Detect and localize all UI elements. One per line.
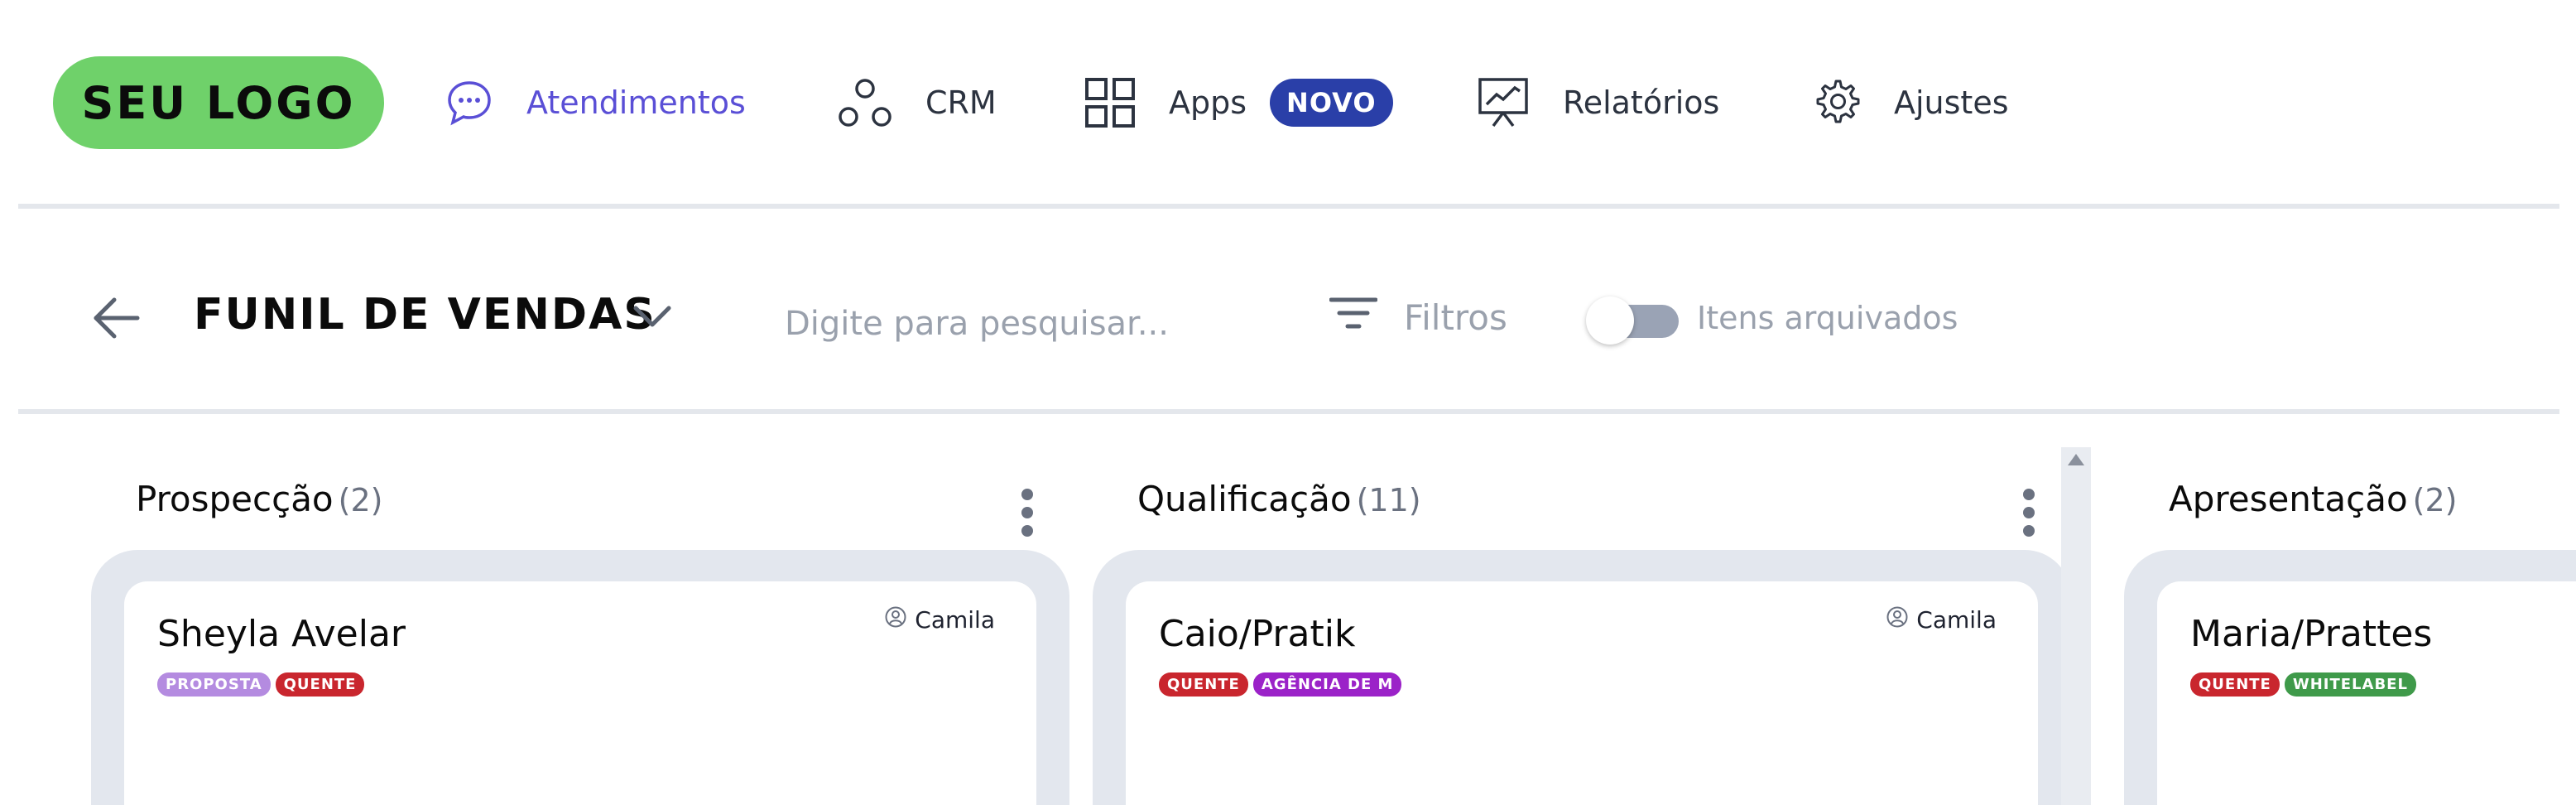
kanban-board: Prospecção (2) Sheyla Avelar Camila PROPO… — [0, 414, 2576, 805]
kanban-column: Qualificação (11) Caio/Pratik Camila QUEN… — [1093, 414, 2071, 805]
column-title: Prospecção — [136, 479, 334, 519]
card-owner: Camila — [885, 606, 995, 634]
deal-card[interactable]: Caio/Pratik Camila QUENTE AGÊNCIA DE M — [1126, 581, 2038, 805]
column-lane: Caio/Pratik Camila QUENTE AGÊNCIA DE M — [1093, 550, 2071, 805]
user-icon — [885, 606, 915, 634]
nav-item-relatorios[interactable]: Relatórios — [1477, 70, 1719, 136]
column-lane: Sheyla Avelar Camila PROPOSTA QUENTE — [91, 550, 1069, 805]
kanban-column: Apresentação (2) Maria/Prattes QUENTE WHI… — [2124, 414, 2576, 805]
column-title: Apresentação — [2169, 479, 2408, 519]
card-name: Caio/Pratik — [1159, 613, 1356, 655]
card-name: Maria/Prattes — [2190, 613, 2433, 655]
logo[interactable]: SEU LOGO — [53, 56, 384, 149]
column-menu-icon[interactable] — [2023, 489, 2035, 543]
funnel-title[interactable]: FUNIL DE VENDAS — [194, 290, 656, 340]
funnel-toolbar: FUNIL DE VENDAS Filtros Itens arquivados — [0, 209, 2576, 409]
nav-item-ajustes[interactable]: Ajustes — [1811, 70, 2009, 136]
filter-icon — [1329, 295, 1378, 340]
column-header: Prospecção (2) — [136, 479, 382, 519]
tag-badge: PROPOSTA — [157, 672, 271, 697]
kanban-column: Prospecção (2) Sheyla Avelar Camila PROPO… — [91, 414, 1069, 805]
nav-label-apps: Apps — [1169, 84, 1247, 121]
card-tags: PROPOSTA QUENTE — [157, 672, 365, 697]
back-arrow-icon[interactable] — [91, 296, 141, 343]
tag-badge: QUENTE — [275, 672, 365, 697]
gear-icon — [1811, 78, 1861, 128]
column-lane: Maria/Prattes QUENTE WHITELABEL — [2124, 550, 2576, 805]
tag-badge: QUENTE — [1159, 672, 1248, 697]
column-header: Apresentação (2) — [2169, 479, 2457, 519]
tag-badge: WHITELABEL — [2284, 672, 2416, 697]
scroll-up-icon[interactable] — [2068, 454, 2084, 465]
chevron-down-icon[interactable] — [632, 303, 672, 333]
column-count: (2) — [2412, 482, 2458, 518]
presentation-chart-icon — [1477, 76, 1530, 129]
nav-label-crm: CRM — [925, 84, 997, 121]
user-icon — [1886, 606, 1916, 634]
column-header: Qualificação (11) — [1137, 479, 1421, 519]
nav-item-apps[interactable]: Apps NOVO — [1084, 70, 1393, 136]
filter-label: Filtros — [1404, 296, 1507, 338]
nav-label-atendimentos: Atendimentos — [526, 84, 746, 121]
nav-item-atendimentos[interactable]: Atendimentos — [445, 70, 746, 136]
owner-name: Camila — [1916, 606, 1997, 634]
nav-item-crm[interactable]: CRM — [838, 70, 997, 136]
column-count: (11) — [1356, 482, 1421, 518]
tag-badge: QUENTE — [2190, 672, 2280, 697]
card-owner: Camila — [1886, 606, 1997, 634]
apps-grid-icon — [1084, 77, 1136, 128]
nav-label-ajustes: Ajustes — [1894, 84, 2009, 121]
card-name: Sheyla Avelar — [157, 613, 406, 655]
top-navigation: SEU LOGO Atendimentos CRM Apps NOVO Rela… — [0, 0, 2576, 204]
archived-toggle[interactable] — [1586, 296, 1679, 345]
tag-badge: AGÊNCIA DE M — [1252, 672, 1402, 697]
new-badge: NOVO — [1270, 79, 1393, 127]
toggle-knob — [1586, 296, 1634, 345]
deal-card[interactable]: Sheyla Avelar Camila PROPOSTA QUENTE — [124, 581, 1036, 805]
filter-button[interactable]: Filtros — [1329, 295, 1507, 340]
card-tags: QUENTE WHITELABEL — [2190, 672, 2416, 697]
card-tags: QUENTE AGÊNCIA DE M — [1159, 672, 1402, 697]
nav-label-relatorios: Relatórios — [1563, 84, 1720, 121]
search-input[interactable] — [783, 292, 1217, 356]
chat-icon — [445, 79, 493, 127]
crm-icon — [838, 75, 892, 130]
vertical-scrollbar[interactable] — [2061, 447, 2091, 805]
column-count: (2) — [338, 482, 383, 518]
column-menu-icon[interactable] — [1021, 489, 1033, 543]
deal-card[interactable]: Maria/Prattes QUENTE WHITELABEL — [2157, 581, 2576, 805]
owner-name: Camila — [915, 606, 995, 634]
column-title: Qualificação — [1137, 479, 1352, 519]
archived-label: Itens arquivados — [1697, 300, 1958, 336]
